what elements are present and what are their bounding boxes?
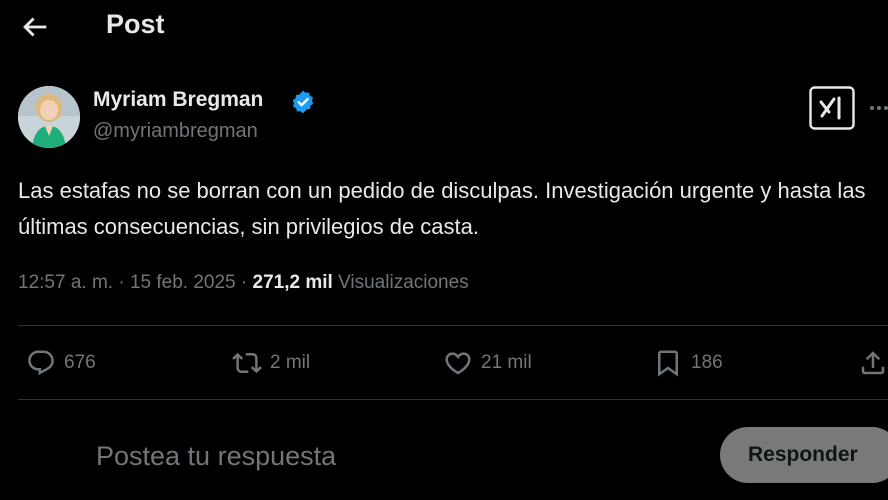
page-title: Post xyxy=(106,9,165,39)
meta-separator: · xyxy=(235,272,253,293)
bookmark-icon xyxy=(653,348,683,378)
reply-count: 676 xyxy=(64,352,96,373)
share-icon xyxy=(858,348,888,378)
more-options-icon[interactable] xyxy=(868,100,888,116)
heart-icon xyxy=(443,348,473,378)
divider xyxy=(18,399,888,400)
reply-icon xyxy=(26,348,56,378)
divider xyxy=(18,325,888,326)
tweet-time[interactable]: 12:57 a. m. xyxy=(18,272,113,293)
verified-badge-icon[interactable] xyxy=(290,89,316,115)
reply-button[interactable]: 676 xyxy=(26,345,96,381)
tweet-meta: 12:57 a. m. · 15 feb. 2025 · 271,2 mil V… xyxy=(18,272,469,294)
like-count: 21 mil xyxy=(481,352,532,373)
bookmark-count: 186 xyxy=(691,352,723,373)
share-button[interactable] xyxy=(858,345,888,381)
author-handle[interactable]: @myriambregman xyxy=(93,120,258,143)
repost-button[interactable]: 2 mil xyxy=(232,345,310,381)
bookmark-button[interactable]: 186 xyxy=(653,345,723,381)
reply-submit-button[interactable]: Responder xyxy=(720,427,888,483)
repost-count: 2 mil xyxy=(270,352,311,373)
author-name[interactable]: Myriam Bregman xyxy=(93,88,263,112)
grok-icon[interactable] xyxy=(809,86,855,130)
back-arrow-icon[interactable] xyxy=(18,10,52,44)
views-count: 271,2 mil xyxy=(252,272,333,293)
avatar[interactable] xyxy=(18,86,80,148)
reply-input[interactable] xyxy=(96,436,656,476)
tweet-text: Las estafas no se borran con un pedido d… xyxy=(18,178,866,239)
repost-icon xyxy=(232,348,262,378)
like-button[interactable]: 21 mil xyxy=(443,345,532,381)
meta-separator: · xyxy=(113,272,130,293)
views-label: Visualizaciones xyxy=(338,272,469,293)
tweet-date[interactable]: 15 feb. 2025 xyxy=(130,272,236,293)
